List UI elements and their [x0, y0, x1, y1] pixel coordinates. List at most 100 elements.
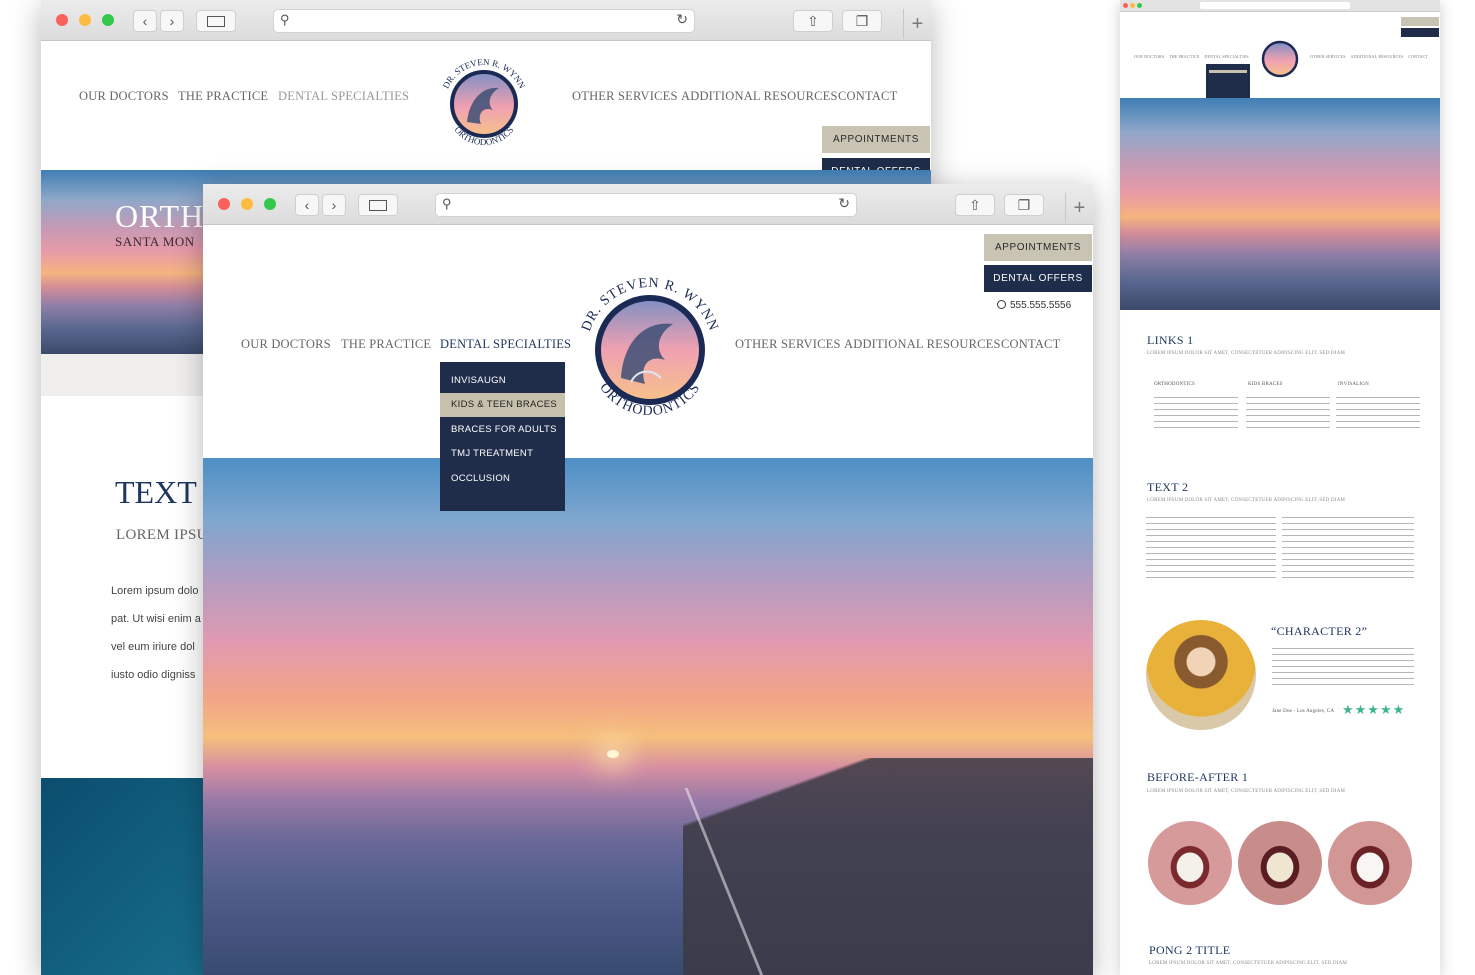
close-dot[interactable]: [218, 198, 230, 210]
nav-item: OUR DOCTORS: [1134, 54, 1165, 59]
nav-other-services[interactable]: OTHER SERVICES: [735, 337, 841, 352]
search-icon: ⚲: [280, 12, 290, 27]
para-line-1: Lorem ipsum dolo: [111, 585, 199, 597]
reload-icon[interactable]: ↻: [676, 11, 688, 28]
appointments-button[interactable]: APPOINTMENTS: [822, 126, 930, 153]
address-bar[interactable]: ⚲ ↻: [273, 9, 695, 33]
before-image: [1148, 821, 1232, 905]
nav-item: ADDITIONAL RESOURCES: [1350, 54, 1404, 59]
nav-item: DENTAL SPECIALTIES: [1204, 54, 1249, 59]
section-subtitle: LOREM IPSU: [116, 527, 208, 543]
testimonial-avatar: [1146, 620, 1256, 730]
back-button[interactable]: ‹: [295, 194, 319, 216]
preview-logo: [1261, 40, 1299, 78]
nav-additional-resources[interactable]: ADDITIONAL RESOURCES: [844, 337, 1001, 352]
dropdown-item-occlusion[interactable]: OCCLUSION: [440, 466, 565, 491]
nav-other-services[interactable]: OTHER SERVICES: [572, 89, 678, 104]
testimonial-title: “CHARACTER 2”: [1271, 624, 1368, 638]
browser-toolbar: ‹ › ⚲ ↻ ⇧ ❐ +: [203, 184, 1093, 225]
para-line-3: vel eum iriure dol: [111, 641, 195, 653]
tabs-button[interactable]: ❐: [842, 10, 882, 32]
zoom-dot[interactable]: [264, 198, 276, 210]
links-subtitle: LOREM IPSUM DOLOR SIT AMET, CONSECTETUER…: [1147, 351, 1346, 356]
pong-subtitle: LOREM IPSUM DOLOR SIT AMET, CONSECTETUER…: [1149, 961, 1348, 966]
hero-image: [203, 458, 1093, 975]
middle-image: [1238, 821, 1322, 905]
share-button[interactable]: ⇧: [793, 10, 833, 32]
text2-title: TEXT 2: [1147, 480, 1189, 494]
tabs-button[interactable]: ❐: [1004, 194, 1044, 216]
new-tab-icon[interactable]: +: [1065, 193, 1093, 223]
zoom-dot[interactable]: [102, 14, 114, 26]
rating-stars: ★★★★★: [1342, 702, 1406, 717]
nav-our-doctors[interactable]: OUR DOCTORS: [79, 89, 169, 104]
hero-title: ORTH: [115, 198, 205, 234]
dropdown-item-tmj-treatment[interactable]: TMJ TREATMENT: [440, 442, 565, 467]
preview-nav-left: OUR DOCTORS THE PRACTICE DENTAL SPECIALT…: [1134, 54, 1249, 59]
testimonial-author: Jane Doe - Los Angeles, CA: [1272, 709, 1335, 714]
minimize-dot: [1130, 3, 1135, 8]
nav-additional-resources[interactable]: ADDITIONAL RESOURCES: [681, 89, 838, 104]
practice-logo[interactable]: DR. STEVEN R. WYNN ORTHODONTICS: [437, 52, 531, 152]
nav-our-doctors[interactable]: OUR DOCTORS: [241, 337, 331, 352]
close-dot: [1123, 3, 1128, 8]
phone-text: 555.555.5556: [1010, 300, 1072, 311]
forward-button[interactable]: ›: [322, 194, 346, 216]
column-kids-braces: KIDS BRACES: [1248, 382, 1283, 387]
preview-offers: [1401, 28, 1439, 37]
para-line-2: pat. Ut wisi enim a: [111, 613, 201, 625]
appointments-button[interactable]: APPOINTMENTS: [984, 234, 1092, 261]
full-page-preview: OUR DOCTORS THE PRACTICE DENTAL SPECIALT…: [1120, 0, 1440, 975]
dropdown-item-kids-teen-braces[interactable]: KIDS & TEEN BRACES: [440, 392, 565, 417]
pong-title: PONG 2 TITLE: [1149, 943, 1231, 957]
nav-dental-specialties[interactable]: DENTAL SPECIALTIES: [278, 89, 409, 104]
text2-subtitle: LOREM IPSUM DOLOR SIT AMET, CONSECTETUER…: [1147, 498, 1346, 503]
address-bar: [1200, 2, 1350, 9]
nav-contact[interactable]: CONTACT: [838, 89, 897, 104]
preview-appointments: [1401, 17, 1439, 26]
dental-offers-button[interactable]: DENTAL OFFERS: [984, 265, 1092, 292]
zoom-dot: [1137, 3, 1142, 8]
new-tab-icon[interactable]: +: [903, 9, 931, 39]
before-after-title: BEFORE-AFTER 1: [1147, 770, 1249, 784]
sidebar-icon: [369, 199, 387, 211]
nav-item: THE PRACTICE: [1169, 54, 1200, 59]
sidebar-button[interactable]: [358, 194, 398, 216]
phone-number[interactable]: 555.555.5556: [997, 300, 1071, 311]
testimonial-text: [1272, 648, 1414, 690]
address-bar[interactable]: ⚲ ↻: [435, 193, 857, 217]
front-browser-window: ‹ › ⚲ ↻ ⇧ ❐ + APPOINTMENTS DENTAL OFFERS…: [203, 184, 1093, 975]
nav-the-practice[interactable]: THE PRACTICE: [341, 337, 431, 352]
after-image: [1328, 821, 1412, 905]
preview-toolbar: [1120, 0, 1440, 12]
sidebar-button[interactable]: [196, 10, 236, 32]
text2-col-1: [1146, 517, 1276, 581]
sun: [607, 750, 619, 758]
share-button[interactable]: ⇧: [955, 194, 995, 216]
forward-button[interactable]: ›: [160, 10, 184, 32]
column-text-3: [1336, 397, 1420, 433]
close-dot[interactable]: [56, 14, 68, 26]
search-icon: ⚲: [442, 196, 452, 211]
minimize-dot[interactable]: [79, 14, 91, 26]
column-text-1: [1154, 397, 1238, 433]
nav-item: CONTACT: [1408, 54, 1429, 59]
hero-subtitle: SANTA MON: [115, 234, 195, 249]
preview-nav-right: OTHER SERVICES ADDITIONAL RESOURCES CONT…: [1310, 54, 1428, 59]
reload-icon[interactable]: ↻: [838, 195, 850, 212]
dropdown-item-braces-for-adults[interactable]: BRACES FOR ADULTS: [440, 417, 565, 442]
phone-icon: [997, 300, 1006, 309]
before-after-subtitle: LOREM IPSUM DOLOR SIT AMET, CONSECTETUER…: [1147, 789, 1346, 794]
nav-contact[interactable]: CONTACT: [1001, 337, 1060, 352]
column-orthodontics: ORTHODONTICS: [1154, 382, 1195, 387]
preview-hero: [1120, 98, 1440, 310]
dropdown-item-invisalign[interactable]: INVISAUGN: [440, 368, 565, 393]
practice-logo[interactable]: DR. STEVEN R. WYNN ORTHODONTICS: [577, 270, 723, 422]
back-button[interactable]: ‹: [133, 10, 157, 32]
nav-dental-specialties[interactable]: DENTAL SPECIALTIES: [440, 337, 571, 352]
text2-col-2: [1282, 517, 1414, 581]
browser-toolbar: ‹ › ⚲ ↻ ⇧ ❐ +: [41, 0, 931, 41]
nav-the-practice[interactable]: THE PRACTICE: [178, 89, 268, 104]
nav-item: OTHER SERVICES: [1310, 54, 1346, 59]
minimize-dot[interactable]: [241, 198, 253, 210]
